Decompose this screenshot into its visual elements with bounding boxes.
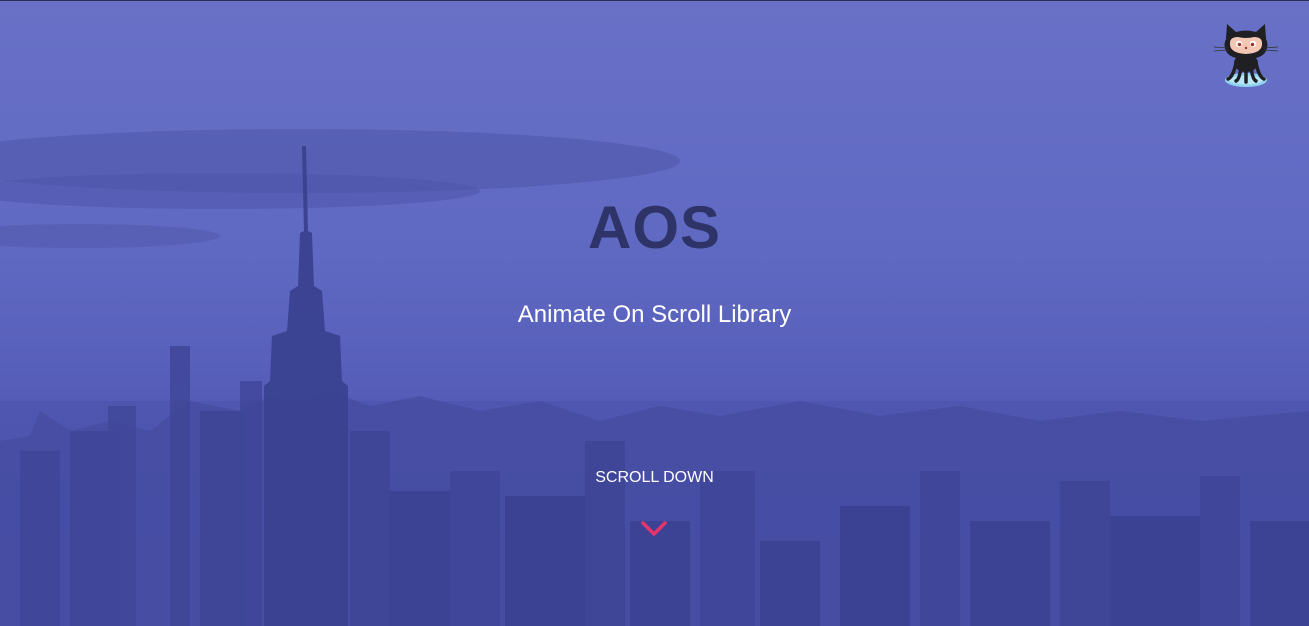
hero-section: AOS Animate On Scroll Library SCROLL DOW…: [0, 0, 1309, 626]
page-title: AOS: [587, 194, 722, 261]
chevron-down-icon[interactable]: [640, 519, 668, 539]
scroll-down-link[interactable]: SCROLL DOWN: [0, 469, 1309, 487]
hero-content: AOS Animate On Scroll Library SCROLL DOW…: [0, 1, 1309, 626]
octocat-icon[interactable]: [1206, 19, 1286, 91]
page-subtitle: Animate On Scroll Library: [517, 301, 792, 328]
